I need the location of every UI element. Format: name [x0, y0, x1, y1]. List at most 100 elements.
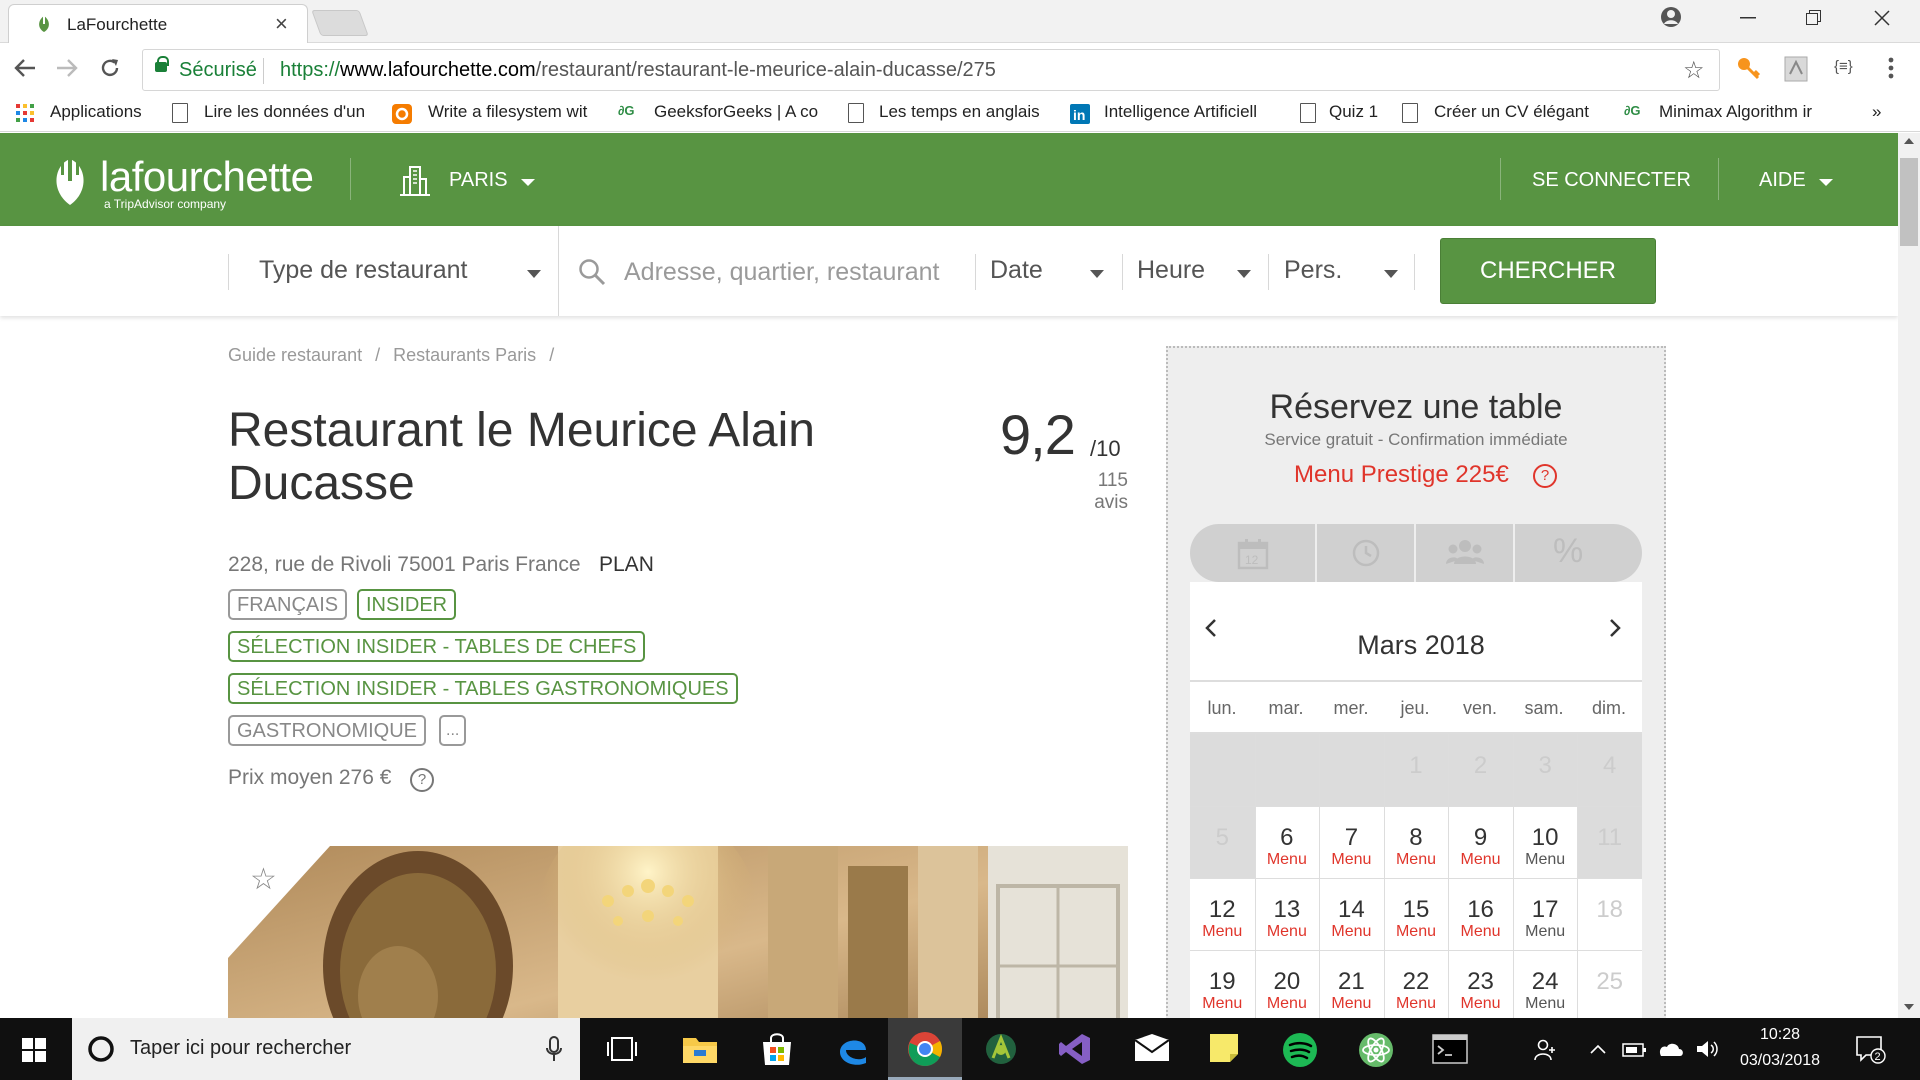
- onedrive-icon[interactable]: [1656, 1040, 1684, 1058]
- tag-more[interactable]: ...: [439, 715, 467, 746]
- scroll-down-icon[interactable]: [1904, 1003, 1914, 1011]
- people-icon[interactable]: [1534, 1038, 1558, 1062]
- bookmark-item[interactable]: Créer un CV élégant: [1434, 102, 1604, 122]
- forward-icon[interactable]: [56, 58, 78, 78]
- mail-icon[interactable]: [1134, 1034, 1172, 1072]
- address-bar[interactable]: Sécurisé https://www.lafourchette.com/re…: [142, 49, 1720, 91]
- search-input[interactable]: [624, 252, 964, 292]
- menu-offer[interactable]: Menu Prestige 225€: [1294, 461, 1509, 489]
- search-button[interactable]: CHERCHER: [1440, 238, 1656, 304]
- close-window-icon[interactable]: [1874, 10, 1890, 26]
- restore-icon[interactable]: [1806, 10, 1822, 26]
- calendar-day[interactable]: 17 Menu: [1512, 878, 1578, 950]
- step-date[interactable]: 12: [1190, 524, 1317, 582]
- calendar-day[interactable]: 12 Menu: [1190, 878, 1255, 950]
- favorite-star-icon[interactable]: ☆: [250, 862, 277, 897]
- type-caret-icon[interactable]: [527, 270, 541, 278]
- calendar-day[interactable]: 10 Menu: [1512, 806, 1578, 878]
- reload-icon[interactable]: [99, 57, 121, 79]
- tag-tables-de-chefs[interactable]: SÉLECTION INSIDER - TABLES DE CHEFS: [228, 631, 646, 662]
- bookmark-item[interactable]: Les temps en anglais: [879, 102, 1049, 122]
- bookmark-item[interactable]: Lire les données d'un: [204, 102, 372, 122]
- step-people[interactable]: [1416, 524, 1515, 582]
- time-select[interactable]: Heure: [1137, 256, 1205, 285]
- help-menu[interactable]: AIDE: [1759, 169, 1806, 192]
- json-extension-icon[interactable]: {≡}: [1834, 58, 1853, 75]
- next-month-icon[interactable]: [1608, 618, 1622, 638]
- bookmark-item[interactable]: Intelligence Artificiell: [1104, 102, 1276, 122]
- store-icon[interactable]: [760, 1032, 798, 1070]
- tab-close-icon[interactable]: ×: [275, 11, 288, 37]
- spotify-icon[interactable]: [1282, 1032, 1320, 1070]
- atom-icon[interactable]: [1358, 1032, 1396, 1070]
- calendar-day[interactable]: 6 Menu: [1254, 806, 1320, 878]
- scroll-up-icon[interactable]: [1904, 137, 1914, 145]
- tag-gastronomique[interactable]: GASTRONOMIQUE: [228, 715, 427, 746]
- bookmark-item[interactable]: Minimax Algorithm ir: [1659, 102, 1829, 122]
- breadcrumb-guide[interactable]: Guide restaurant: [228, 345, 362, 365]
- microphone-icon[interactable]: [546, 1036, 562, 1062]
- calendar-day[interactable]: 19 Menu: [1190, 950, 1255, 1022]
- reviews-count[interactable]: 115 avis: [1060, 470, 1128, 514]
- pdf-extension-icon[interactable]: [1784, 56, 1808, 82]
- calendar-day[interactable]: 16 Menu: [1448, 878, 1513, 950]
- bookmark-item[interactable]: Write a filesystem wit: [428, 102, 598, 122]
- bookmark-item[interactable]: GeeksforGeeks | A co: [654, 102, 824, 122]
- back-icon[interactable]: [14, 58, 36, 78]
- calendar-day[interactable]: 7 Menu: [1319, 806, 1384, 878]
- clock-time[interactable]: 10:28: [1730, 1026, 1830, 1044]
- calendar-day[interactable]: 21 Menu: [1319, 950, 1384, 1022]
- persons-select[interactable]: Pers.: [1284, 256, 1342, 285]
- bookmark-applications[interactable]: Applications: [50, 102, 142, 122]
- calendar-day[interactable]: 9 Menu: [1448, 806, 1513, 878]
- file-explorer-icon[interactable]: [682, 1034, 720, 1072]
- calendar-day[interactable]: 15 Menu: [1383, 878, 1449, 950]
- login-link[interactable]: SE CONNECTER: [1532, 169, 1691, 192]
- visual-studio-icon[interactable]: [1058, 1032, 1096, 1070]
- date-caret-icon[interactable]: [1090, 270, 1104, 278]
- calendar-day[interactable]: 14 Menu: [1319, 878, 1384, 950]
- volume-icon[interactable]: [1696, 1039, 1720, 1059]
- windows-start-icon[interactable]: [22, 1038, 46, 1062]
- profile-icon[interactable]: [1660, 6, 1682, 28]
- calendar-day[interactable]: 20 Menu: [1254, 950, 1320, 1022]
- action-center-icon[interactable]: 2: [1856, 1036, 1886, 1064]
- time-caret-icon[interactable]: [1237, 270, 1251, 278]
- browser-tab[interactable]: LaFourchette ×: [8, 4, 308, 43]
- city-caret-icon[interactable]: [521, 179, 535, 186]
- terminal-icon[interactable]: [1432, 1034, 1470, 1072]
- new-tab-button[interactable]: [311, 10, 369, 36]
- map-link[interactable]: PLAN: [599, 553, 654, 577]
- calendar-day[interactable]: 8 Menu: [1383, 806, 1449, 878]
- calendar-day[interactable]: 24 Menu: [1512, 950, 1578, 1022]
- url-text[interactable]: https://www.lafourchette.com/restaurant/…: [280, 59, 996, 82]
- step-time[interactable]: [1317, 524, 1416, 582]
- clock-date[interactable]: 03/03/2018: [1730, 1052, 1830, 1070]
- step-offer[interactable]: %: [1515, 524, 1642, 582]
- show-hidden-icons-icon[interactable]: [1590, 1044, 1606, 1054]
- help-caret-icon[interactable]: [1819, 179, 1833, 186]
- calendar-day[interactable]: 13 Menu: [1254, 878, 1320, 950]
- more-bookmarks-icon[interactable]: »: [1872, 102, 1881, 122]
- battery-icon[interactable]: [1622, 1040, 1648, 1058]
- breadcrumb-paris[interactable]: Restaurants Paris: [393, 345, 536, 365]
- android-studio-icon[interactable]: [984, 1032, 1022, 1070]
- taskbar-search[interactable]: Taper ici pour rechercher: [72, 1018, 580, 1080]
- calendar-day[interactable]: 22 Menu: [1383, 950, 1449, 1022]
- task-view-icon[interactable]: [606, 1034, 644, 1072]
- fork-logo-icon[interactable]: [44, 151, 96, 207]
- price-help-icon[interactable]: ?: [410, 768, 434, 792]
- sticky-notes-icon[interactable]: [1210, 1034, 1248, 1072]
- bookmark-item[interactable]: Quiz 1: [1329, 102, 1378, 122]
- chrome-taskbar-slot[interactable]: [888, 1018, 962, 1080]
- city-selector[interactable]: PARIS: [449, 169, 508, 192]
- calendar-day[interactable]: 23 Menu: [1448, 950, 1513, 1022]
- page-scrollbar[interactable]: [1898, 133, 1920, 1018]
- tag-francais[interactable]: FRANÇAIS: [228, 589, 348, 620]
- menu-icon[interactable]: [1888, 56, 1894, 80]
- scroll-thumb[interactable]: [1900, 158, 1918, 246]
- key-extension-icon[interactable]: [1736, 56, 1762, 82]
- tag-insider[interactable]: INSIDER: [357, 589, 457, 620]
- date-select[interactable]: Date: [990, 256, 1043, 285]
- persons-caret-icon[interactable]: [1384, 270, 1398, 278]
